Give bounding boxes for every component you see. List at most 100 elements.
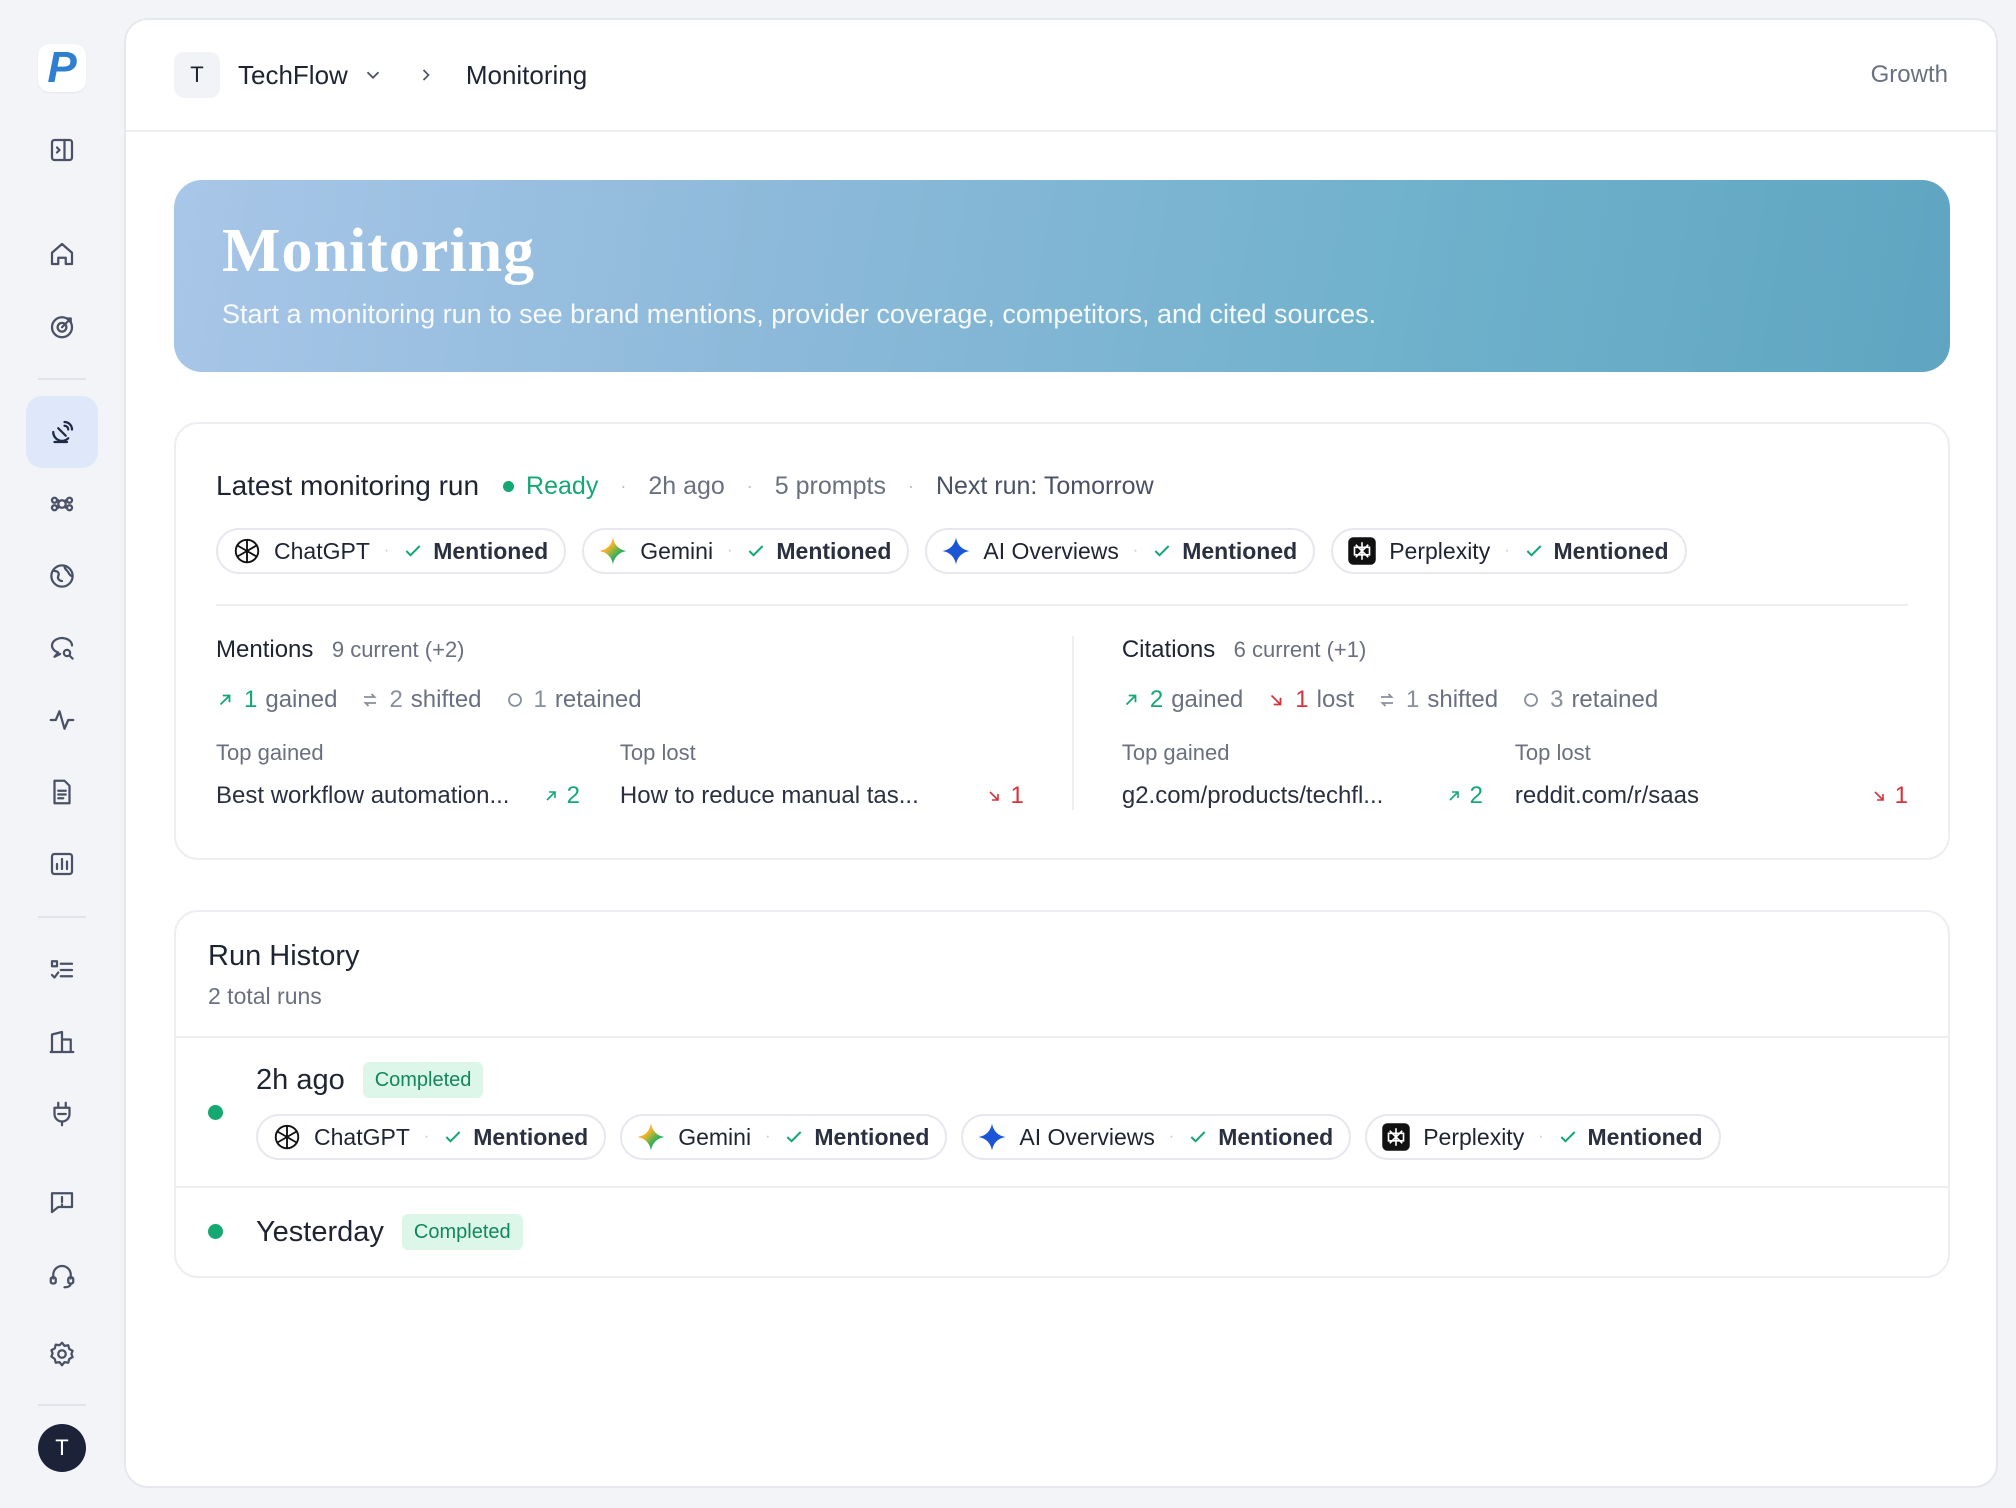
- nav-activity[interactable]: [26, 684, 98, 756]
- top-lost: Top lost How to reduce manual tas... 1: [620, 740, 1024, 810]
- top-gained-row[interactable]: Best workflow automation... 2: [216, 782, 620, 810]
- mentions-title: Mentions: [216, 636, 314, 663]
- nav-companies[interactable]: [26, 1006, 98, 1078]
- workspace-badge[interactable]: T: [174, 52, 220, 98]
- gained-label: gained: [265, 686, 338, 713]
- monitoring-icon: [52, 420, 74, 444]
- citations-section: Citations 6 current (+1) 2 gained 1 lost: [1071, 636, 1908, 810]
- latest-run-title: Latest monitoring run: [216, 470, 480, 501]
- separator-dot: ·: [907, 475, 914, 496]
- nav-globe[interactable]: [26, 540, 98, 612]
- lost-label: lost: [1316, 686, 1354, 713]
- history-row-header: Yesterday Completed: [256, 1214, 523, 1250]
- retained-label: retained: [1571, 686, 1659, 713]
- lost-count: 1: [1295, 686, 1309, 713]
- target-icon: [50, 316, 74, 339]
- provider-status: Mentioned: [1587, 1123, 1703, 1150]
- delta-gained: 2 gained: [1122, 686, 1243, 714]
- nav-brain[interactable]: [26, 468, 98, 540]
- provider-name: Perplexity: [1389, 537, 1491, 564]
- gemini-icon: [636, 1122, 666, 1152]
- check-icon: [1154, 545, 1170, 557]
- app-logo[interactable]: P: [38, 43, 86, 92]
- provider-name: ChatGPT: [274, 537, 370, 564]
- nav-home[interactable]: [26, 218, 98, 290]
- separator-dot: ·: [423, 1128, 430, 1145]
- status-badge: Completed: [362, 1062, 484, 1098]
- provider-status: Mentioned: [776, 537, 892, 564]
- nav-target[interactable]: [26, 290, 98, 362]
- toggle-sidebar-icon: [50, 138, 74, 162]
- chatgpt-icon: [272, 1122, 302, 1152]
- shifted-label: shifted: [410, 686, 482, 713]
- separator-dot: ·: [1168, 1128, 1175, 1145]
- provider-chip-ai-overviews[interactable]: AI Overviews · Mentioned: [961, 1114, 1352, 1160]
- provider-status: Mentioned: [473, 1123, 589, 1150]
- history-row[interactable]: Yesterday Completed: [176, 1188, 1948, 1276]
- run-history-subtitle: 2 total runs: [208, 983, 322, 1009]
- shifted-label: shifted: [1427, 686, 1499, 713]
- top-gained-badge: 2: [1446, 782, 1515, 810]
- circle-icon: [1524, 693, 1538, 707]
- delta-retained: 1 retained: [506, 686, 642, 714]
- plan-label: Growth: [1870, 61, 1948, 88]
- nav-feedback[interactable]: [26, 1166, 98, 1238]
- nav-settings[interactable]: [26, 1318, 98, 1390]
- provider-chip-chatgpt[interactable]: ChatGPT · Mentioned: [256, 1114, 607, 1160]
- nav-reports[interactable]: [26, 828, 98, 900]
- chatgpt-icon: [232, 536, 262, 566]
- breadcrumb-current: Monitoring: [465, 59, 588, 90]
- status-badge: Completed: [401, 1214, 523, 1250]
- nav-tasks[interactable]: [26, 934, 98, 1006]
- support-headset-icon: [49, 1264, 75, 1289]
- nav-integrations[interactable]: [26, 1078, 98, 1150]
- chevron-down-icon[interactable]: [362, 64, 384, 86]
- page-subtitle: Start a monitoring run to see brand ment…: [222, 299, 1377, 329]
- top-gained-label: Top gained: [1121, 740, 1230, 765]
- user-avatar[interactable]: T: [38, 1424, 86, 1472]
- sidebar-divider: [38, 916, 86, 918]
- run-prompts: 5 prompts: [774, 471, 886, 500]
- nav-monitoring[interactable]: [26, 396, 98, 468]
- bar-chart-icon: [50, 852, 74, 876]
- toggle-sidebar-button[interactable]: [26, 114, 98, 186]
- provider-chip-chatgpt[interactable]: ChatGPT · Mentioned: [216, 528, 567, 574]
- mentions-tops: Top gained Best workflow automation... 2…: [216, 740, 1024, 810]
- history-row[interactable]: 2h ago Completed ChatGPT · Mentioned Gem…: [176, 1038, 1948, 1188]
- status-dot: [503, 480, 515, 492]
- nav-documents[interactable]: [26, 756, 98, 828]
- arrow-down-right-icon: [989, 791, 1000, 801]
- provider-status: Mentioned: [1553, 537, 1669, 564]
- top-lost-row[interactable]: How to reduce manual tas... 1: [620, 782, 1024, 810]
- provider-status: Mentioned: [1182, 537, 1298, 564]
- retained-label: retained: [554, 686, 642, 713]
- citations-title: Citations: [1121, 636, 1216, 663]
- separator-dot: ·: [1538, 1128, 1544, 1145]
- top-gained-row[interactable]: g2.com/products/techfl... 2: [1122, 782, 1515, 810]
- provider-chip-perplexity[interactable]: Perplexity · Mentioned: [1331, 528, 1687, 574]
- globe-icon: [50, 564, 74, 588]
- feedback-icon: [50, 1192, 74, 1214]
- nav-support[interactable]: [26, 1240, 98, 1312]
- gained-count: 2: [1149, 686, 1164, 713]
- nav-search-chat[interactable]: [26, 612, 98, 684]
- provider-chip-gemini[interactable]: Gemini · Mentioned: [620, 1114, 948, 1160]
- arrow-down-right-icon: [1271, 694, 1282, 706]
- top-bar: T TechFlow Monitoring Growth: [126, 20, 1996, 132]
- delta-retained: 3 retained: [1522, 686, 1658, 714]
- workspace-name[interactable]: TechFlow: [238, 60, 348, 91]
- provider-chip-gemini[interactable]: Gemini · Mentioned: [582, 528, 910, 574]
- top-lost: Top lost reddit.com/r/saas 1: [1515, 740, 1908, 810]
- gemini-icon: [598, 536, 628, 566]
- main-panel: T TechFlow Monitoring Growth Monitoring …: [124, 18, 1998, 1488]
- provider-chip-perplexity[interactable]: Perplexity · Mentioned: [1365, 1114, 1721, 1160]
- provider-status: Mentioned: [814, 1123, 930, 1150]
- shifted-count: 2: [389, 686, 403, 713]
- top-lost-row[interactable]: reddit.com/r/saas 1: [1515, 782, 1908, 810]
- ai-overviews-icon: [977, 1122, 1007, 1152]
- check-icon: [405, 545, 421, 557]
- arrow-up-right-icon: [219, 694, 231, 706]
- provider-chip-ai-overviews[interactable]: AI Overviews · Mentioned: [925, 528, 1316, 574]
- separator-dot: ·: [1504, 542, 1510, 559]
- mentions-deltas: 1 gained 2 shifted 1 retained: [216, 686, 1024, 714]
